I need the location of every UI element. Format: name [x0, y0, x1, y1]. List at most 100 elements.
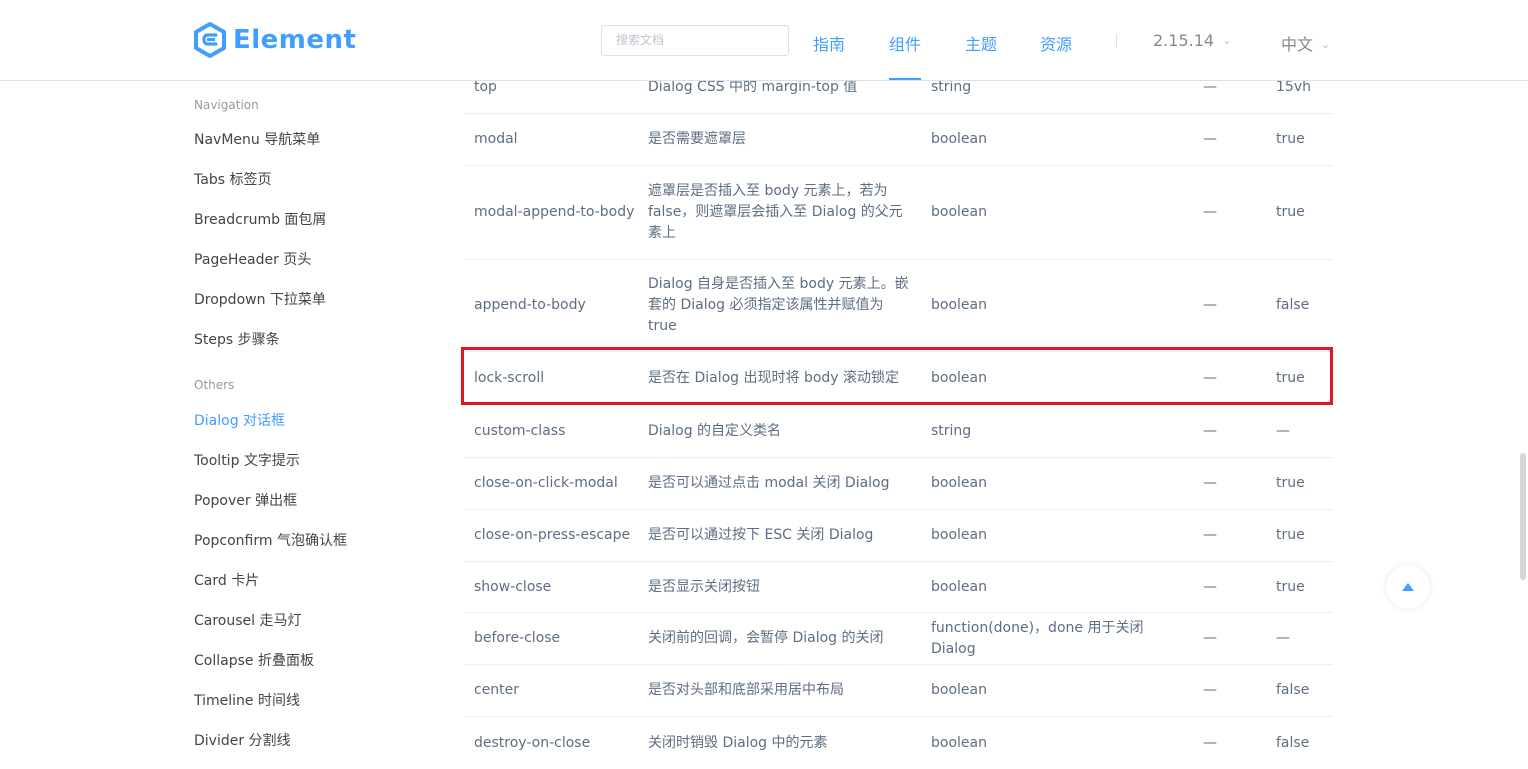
sidebar-item-pageheader[interactable]: PageHeader 页头 [194, 249, 311, 269]
attr-name: center [474, 682, 520, 698]
attr-options: — [1203, 527, 1217, 543]
sidebar-item-popover[interactable]: Popover 弹出框 [194, 490, 297, 510]
attr-default: true [1276, 475, 1305, 491]
table-row: close-on-press-escape 是否可以通过按下 ESC 关闭 Di… [464, 510, 1333, 562]
attr-default: — [1276, 630, 1290, 646]
attr-type: boolean [931, 527, 987, 543]
attr-type: boolean [931, 369, 987, 386]
attr-options: — [1203, 204, 1217, 220]
attr-name: modal-append-to-body [474, 204, 635, 220]
attr-default: true [1276, 578, 1305, 595]
sidebar-item-popconfirm[interactable]: Popconfirm 气泡确认框 [194, 530, 347, 550]
nav-guide[interactable]: 指南 [813, 31, 845, 55]
sidebar-item-tooltip[interactable]: Tooltip 文字提示 [194, 450, 300, 470]
attr-default: false [1276, 297, 1310, 313]
attr-type: boolean [931, 131, 987, 147]
table-row: append-to-body Dialog 自身是否插入至 body 元素上。嵌… [464, 260, 1333, 352]
attr-options: — [1203, 630, 1217, 646]
attr-options: — [1203, 682, 1217, 698]
attr-name: show-close [474, 578, 552, 595]
nav-divider [1116, 34, 1117, 48]
active-nav-indicator [889, 78, 921, 80]
nav-components[interactable]: 组件 [889, 31, 921, 55]
element-logo-icon [194, 22, 226, 58]
scrollbar-thumb[interactable] [1520, 453, 1526, 580]
attr-options: — [1203, 131, 1217, 147]
sidebar-item-dropdown[interactable]: Dropdown 下拉菜单 [194, 289, 326, 309]
sidebar: Navigation NavMenu 导航菜单 Tabs 标签页 Breadcr… [0, 81, 440, 757]
attr-type: boolean [931, 734, 987, 751]
table-row: destroy-on-close 关闭时销毁 Dialog 中的元素 boole… [464, 717, 1333, 769]
version-label: 2.15.14 [1153, 31, 1215, 50]
table-row: before-close 关闭前的回调，会暂停 Dialog 的关闭 funct… [464, 613, 1333, 665]
sidebar-item-tabs[interactable]: Tabs 标签页 [194, 169, 271, 189]
attr-description: Dialog 自身是否插入至 body 元素上。嵌套的 Dialog 必须指定该… [648, 276, 909, 334]
search-input[interactable] [601, 25, 789, 56]
attr-default: true [1276, 369, 1305, 386]
attr-default: — [1276, 422, 1290, 439]
attr-default: true [1276, 204, 1305, 220]
attr-type: boolean [931, 297, 987, 313]
table-row: modal-append-to-body 遮罩层是否插入至 body 元素上，若… [464, 166, 1333, 260]
sidebar-item-card[interactable]: Card 卡片 [194, 570, 259, 590]
element-logo[interactable]: Element [193, 22, 356, 58]
sidebar-item-steps[interactable]: Steps 步骤条 [194, 329, 280, 349]
sidebar-group-navigation: Navigation [194, 98, 259, 112]
sidebar-item-breadcrumb[interactable]: Breadcrumb 面包屑 [194, 209, 326, 229]
attr-default: true [1276, 527, 1305, 543]
back-to-top-button[interactable] [1386, 565, 1430, 609]
language-label: 中文 [1281, 35, 1314, 54]
attr-name: before-close [474, 630, 561, 646]
attr-name: destroy-on-close [474, 734, 591, 751]
attr-type: boolean [931, 578, 987, 595]
attr-description: 遮罩层是否插入至 body 元素上，若为 false，则遮罩层会插入至 Dial… [648, 183, 903, 241]
sidebar-item-navmenu[interactable]: NavMenu 导航菜单 [194, 129, 320, 149]
attr-description: 是否在 Dialog 出现时将 body 滚动锁定 [648, 369, 900, 386]
attr-description: Dialog 的自定义类名 [648, 422, 782, 439]
attr-default: false [1276, 734, 1310, 751]
sidebar-group-others: Others [194, 378, 235, 392]
attr-name: append-to-body [474, 297, 586, 313]
attr-description: 是否对头部和底部采用居中布局 [648, 682, 844, 698]
sidebar-item-timeline[interactable]: Timeline 时间线 [194, 690, 300, 710]
sidebar-item-carousel[interactable]: Carousel 走马灯 [194, 610, 302, 630]
sidebar-item-divider[interactable]: Divider 分割线 [194, 730, 291, 750]
attr-options: — [1203, 578, 1217, 595]
attr-type: boolean [931, 204, 987, 220]
language-select[interactable]: 中文 ⌄ [1281, 31, 1330, 55]
logo-text: Element [233, 25, 357, 55]
attr-description: 是否显示关闭按钮 [648, 578, 760, 595]
caret-up-icon [1402, 583, 1414, 591]
nav-theme[interactable]: 主题 [965, 31, 997, 55]
attr-description: 是否可以通过按下 ESC 关闭 Dialog [648, 527, 874, 543]
attr-options: — [1203, 297, 1217, 313]
table-row: custom-class Dialog 的自定义类名 string — — [464, 405, 1333, 458]
top-header: Element 指南 组件 主题 资源 2.15.14 ⌄ 中文 ⌄ [0, 0, 1528, 81]
attr-description: 是否可以通过点击 modal 关闭 Dialog [648, 475, 890, 491]
sidebar-item-dialog[interactable]: Dialog 对话框 [194, 410, 285, 430]
attr-options: — [1203, 734, 1217, 751]
attr-type: boolean [931, 475, 987, 491]
attr-default: false [1276, 682, 1310, 698]
attr-type: string [931, 422, 972, 439]
attr-name: lock-scroll [474, 369, 545, 386]
attr-name: custom-class [474, 422, 566, 439]
page-scrollbar[interactable] [1518, 0, 1528, 757]
chevron-down-icon: ⌄ [1222, 34, 1232, 47]
attr-description: 是否需要遮罩层 [648, 131, 746, 147]
table-row: show-close 是否显示关闭按钮 boolean — true [464, 562, 1333, 613]
attr-name: close-on-press-escape [474, 527, 631, 543]
sidebar-item-collapse[interactable]: Collapse 折叠面板 [194, 650, 314, 670]
table-row: modal 是否需要遮罩层 boolean — true [464, 114, 1333, 166]
attr-name: modal [474, 131, 518, 147]
attr-type: boolean [931, 682, 987, 698]
chevron-down-icon: ⌄ [1321, 38, 1331, 51]
attr-description: 关闭时销毁 Dialog 中的元素 [648, 734, 828, 751]
version-select[interactable]: 2.15.14 ⌄ [1153, 31, 1231, 50]
nav-resources[interactable]: 资源 [1040, 31, 1072, 55]
table-row-highlighted: lock-scroll 是否在 Dialog 出现时将 body 滚动锁定 bo… [464, 352, 1333, 405]
attr-type: function(done)，done 用于关闭 Dialog [931, 619, 1144, 657]
attr-default: true [1276, 131, 1305, 147]
attr-options: — [1203, 422, 1217, 439]
attr-options: — [1203, 475, 1217, 491]
